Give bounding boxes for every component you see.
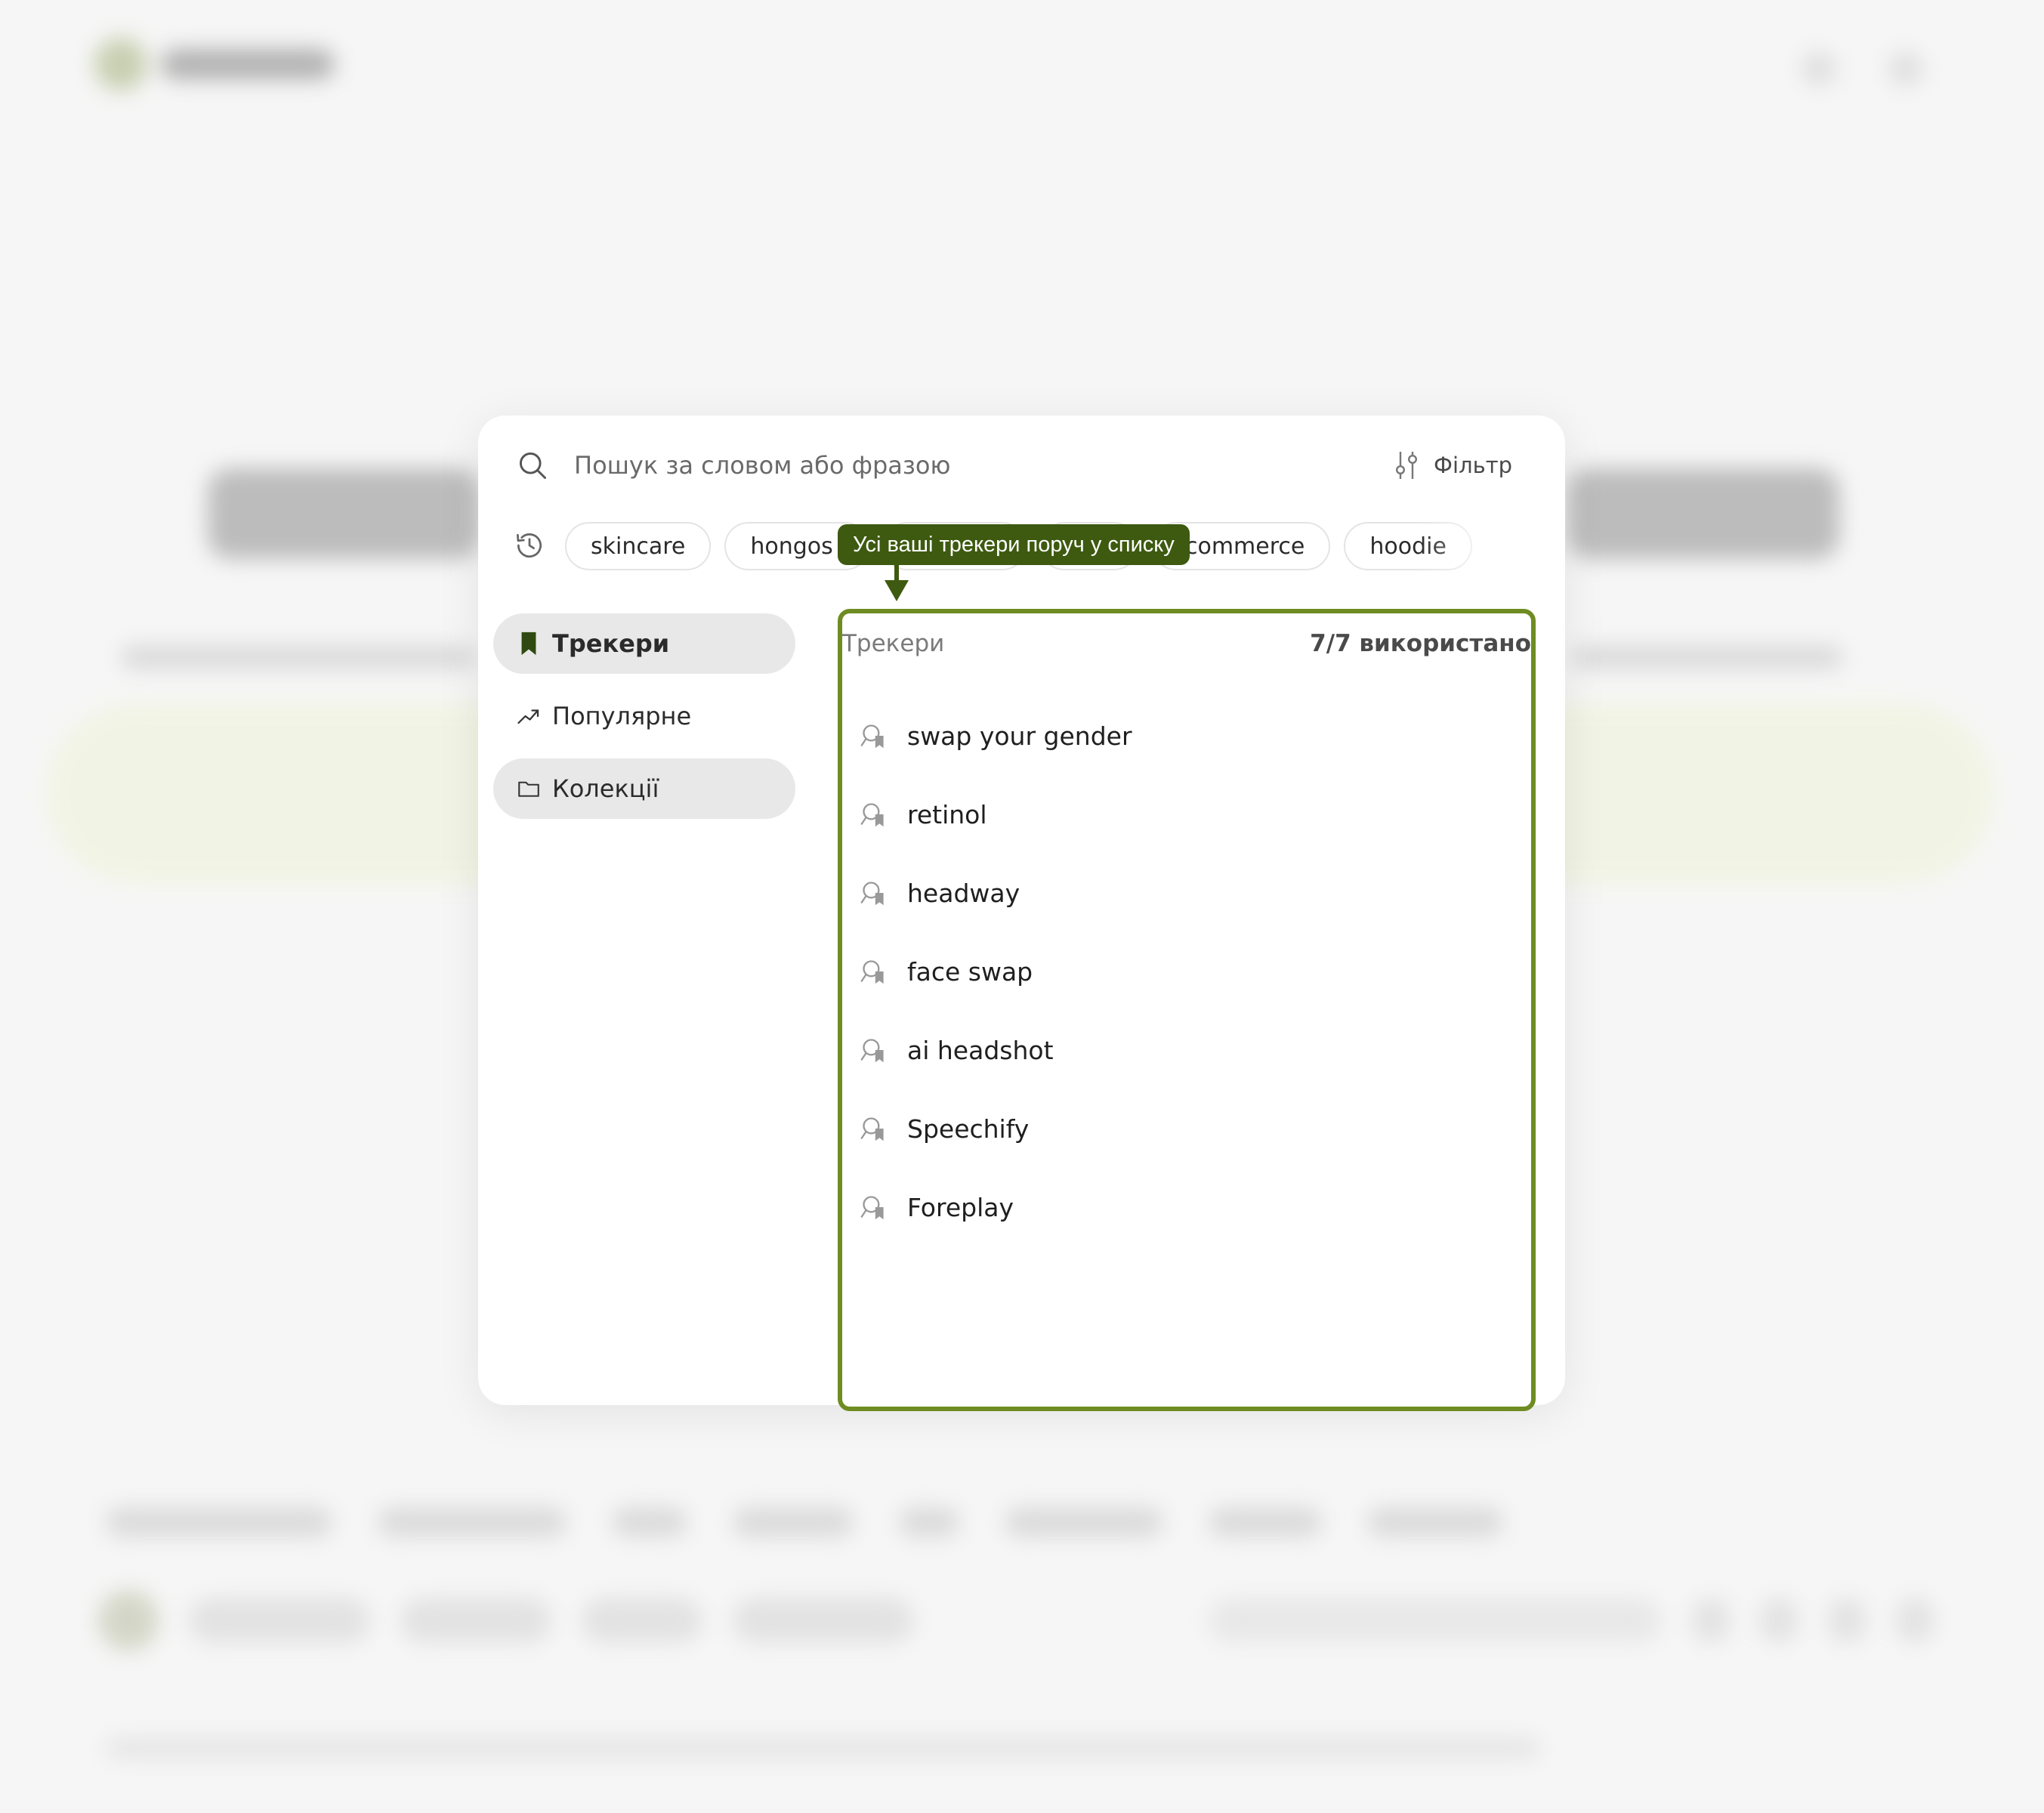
tracked-search-icon <box>860 1117 884 1141</box>
sidebar-item-collections[interactable]: Колекції <box>493 758 795 819</box>
sidebar-item-popular[interactable]: Популярне <box>493 686 795 746</box>
tracked-search-icon <box>860 882 884 906</box>
search-bar: Фільтр <box>478 415 1565 515</box>
tracker-label: Foreplay <box>907 1192 1014 1222</box>
tracker-label: ai headshot <box>907 1035 1054 1065</box>
tracker-item[interactable]: Speechify <box>860 1089 1510 1168</box>
trackers-usage-count: 7/7 використано <box>1310 630 1531 657</box>
tracked-search-icon <box>860 1196 884 1220</box>
tracked-search-icon <box>860 1039 884 1063</box>
tracker-item[interactable]: Foreplay <box>860 1168 1510 1246</box>
history-icon <box>517 533 542 558</box>
background-footer-copyright <box>106 1737 1541 1759</box>
tracker-item[interactable]: headway <box>860 854 1510 932</box>
sidebar-item-label: Трекери <box>552 629 670 658</box>
recent-chip[interactable]: hoodie <box>1344 522 1472 570</box>
background-icon <box>1888 51 1923 86</box>
filter-sliders-icon <box>1396 452 1418 479</box>
trending-up-icon <box>517 709 539 724</box>
tracker-label: Speechify <box>907 1113 1030 1144</box>
trackers-panel-header: Трекери 7/7 використано <box>842 630 1531 657</box>
background-footer-links <box>106 1507 1503 1537</box>
background-hero-heading-right <box>1567 468 1839 559</box>
background-subtitle <box>121 646 476 669</box>
tracker-label: retinol <box>907 799 987 829</box>
tracked-search-icon <box>860 960 884 984</box>
filter-button-label: Фільтр <box>1434 452 1512 478</box>
trackers-panel-title: Трекери <box>842 630 945 657</box>
tracker-label: swap your gender <box>907 721 1132 751</box>
background-logo <box>94 38 335 91</box>
tracker-list: swap your gender retinol headway face sw… <box>860 696 1510 1246</box>
background-icon <box>1802 51 1836 86</box>
tooltip-arrow-icon <box>885 564 909 601</box>
tracked-search-icon <box>860 803 884 827</box>
onboarding-tooltip: Усі ваші трекери поруч у списку <box>838 524 1190 565</box>
background-hero-heading-left <box>208 468 480 559</box>
tracker-item[interactable]: face swap <box>860 932 1510 1011</box>
bookmark-icon <box>521 632 536 656</box>
search-input[interactable] <box>573 443 1328 488</box>
search-icon <box>519 452 546 479</box>
tracker-item[interactable]: swap your gender <box>860 696 1510 775</box>
sidebar-nav: Трекери Популярне Колекції <box>493 613 795 831</box>
background-subtitle <box>1571 646 1843 669</box>
sidebar-item-trackers[interactable]: Трекери <box>493 613 795 674</box>
background-footer-bar <box>98 1590 1934 1651</box>
folder-icon <box>518 781 539 797</box>
tracker-item[interactable]: ai headshot <box>860 1011 1510 1089</box>
trackers-panel: Трекери 7/7 використано swap your gender… <box>838 609 1536 1411</box>
tracker-item[interactable]: retinol <box>860 775 1510 854</box>
sidebar-item-label: Колекції <box>552 774 659 803</box>
tracker-label: headway <box>907 878 1020 908</box>
tracked-search-icon <box>860 724 884 749</box>
tracker-label: face swap <box>907 956 1033 987</box>
filter-button[interactable]: Фільтр <box>1393 446 1512 485</box>
recent-chip[interactable]: skincare <box>565 522 712 570</box>
sidebar-item-label: Популярне <box>552 702 692 730</box>
